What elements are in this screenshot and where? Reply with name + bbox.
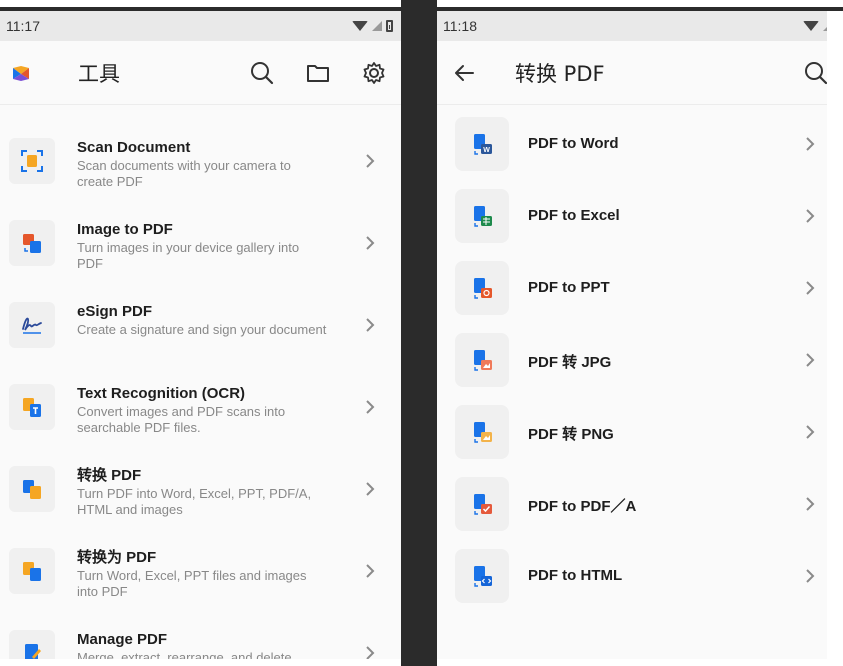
image-to-pdf-icon	[9, 220, 55, 266]
chevron-right-icon	[366, 400, 375, 414]
item-title: eSign PDF	[77, 303, 153, 320]
tool-item-ocr[interactable]: Text Recognition (OCR) Convert images an…	[0, 370, 401, 452]
convert-pdf-screen: 11:18 转换 PDF W PDF to Word PDF to Excel …	[437, 11, 827, 659]
item-description: Turn PDF into Word, Excel, PPT, PDF/A, H…	[77, 486, 312, 517]
chevron-right-icon	[806, 281, 815, 295]
status-time: 11:17	[6, 18, 40, 34]
back-arrow-icon[interactable]	[453, 62, 475, 84]
status-time: 11:18	[443, 18, 477, 34]
gear-icon[interactable]	[361, 60, 387, 86]
signature-icon	[9, 302, 55, 348]
status-bar: 11:18	[437, 11, 827, 41]
status-icons	[803, 21, 827, 31]
chevron-right-icon	[366, 482, 375, 496]
wifi-icon	[803, 21, 819, 31]
convert-to-pdf-icon	[9, 548, 55, 594]
tool-item-convert-pdf[interactable]: 转换 PDF Turn PDF into Word, Excel, PPT, P…	[0, 452, 401, 534]
signal-icon	[372, 21, 382, 31]
convert-item-pdf-to-pdfa[interactable]: PDF to PDF／A	[437, 477, 827, 549]
app-logo-icon	[13, 65, 29, 81]
chevron-right-icon	[806, 353, 815, 367]
item-title: 转换 PDF	[77, 467, 142, 484]
screen-divider	[401, 0, 437, 666]
item-title: 转换为 PDF	[77, 549, 157, 566]
search-icon[interactable]	[249, 60, 275, 86]
chevron-right-icon	[806, 137, 815, 151]
item-description: Merge, extract, rearrange, and delete pa…	[77, 650, 292, 659]
tool-item-manage-pdf[interactable]: Manage PDF Merge, extract, rearrange, an…	[0, 616, 401, 659]
item-description: Convert images and PDF scans into search…	[77, 404, 286, 435]
convert-item-label: PDF to Excel	[528, 207, 620, 224]
status-icons	[352, 20, 393, 32]
convert-item-label: PDF to HTML	[528, 567, 623, 584]
convert-item-label: PDF to Word	[528, 135, 619, 152]
tool-item-scan-document[interactable]: Scan Document Scan documents with your c…	[0, 124, 401, 206]
ppt-icon	[455, 261, 509, 315]
convert-item-label: PDF to PDF／A	[528, 498, 637, 515]
item-title: Text Recognition (OCR)	[77, 385, 246, 402]
item-description: Turn Word, Excel, PPT files and images i…	[77, 568, 307, 599]
item-description: Scan documents with your camera to creat…	[77, 158, 291, 189]
chevron-right-icon	[806, 425, 815, 439]
chevron-right-icon	[366, 646, 375, 659]
item-description: Create a signature and sign your documen…	[77, 322, 327, 337]
chevron-right-icon	[806, 209, 815, 223]
convert-item-pdf-to-word[interactable]: W PDF to Word	[437, 117, 827, 189]
convert-item-pdf-to-png[interactable]: PDF 转 PNG	[437, 405, 827, 477]
convert-item-pdf-to-excel[interactable]: PDF to Excel	[437, 189, 827, 261]
item-title: Scan Document	[77, 139, 191, 156]
convert-item-pdf-to-ppt[interactable]: PDF to PPT	[437, 261, 827, 333]
jpg-icon	[455, 333, 509, 387]
convert-pdf-icon	[9, 466, 55, 512]
folder-icon[interactable]	[305, 60, 331, 86]
manage-pdf-icon	[9, 630, 55, 659]
tool-item-esign-pdf[interactable]: eSign PDF Create a signature and sign yo…	[0, 288, 401, 370]
chevron-right-icon	[806, 569, 815, 583]
item-title: Manage PDF	[77, 631, 168, 648]
scan-document-icon	[9, 138, 55, 184]
chevron-right-icon	[366, 154, 375, 168]
convert-item-label: PDF to PPT	[528, 279, 610, 296]
status-bar: 11:17	[0, 11, 401, 41]
battery-icon	[386, 20, 393, 32]
convert-item-label: PDF 转 PNG	[528, 426, 614, 443]
convert-item-pdf-to-html[interactable]: PDF to HTML	[437, 549, 827, 621]
word-icon: W	[455, 117, 509, 171]
page-title: 工具	[78, 61, 120, 86]
png-icon	[455, 405, 509, 459]
html-icon	[455, 549, 509, 603]
chevron-right-icon	[366, 318, 375, 332]
chevron-right-icon	[806, 497, 815, 511]
item-description: Turn images in your device gallery into …	[77, 240, 300, 271]
excel-icon	[455, 189, 509, 243]
signal-icon	[823, 21, 827, 31]
pdfa-icon	[455, 477, 509, 531]
svg-text:W: W	[483, 147, 490, 154]
tools-screen: 11:17 工具 Scan Document Scan documents wi…	[0, 11, 401, 659]
page-title: 转换 PDF	[515, 61, 605, 86]
wifi-icon	[352, 21, 368, 31]
app-bar: 转换 PDF	[437, 41, 827, 105]
tool-item-image-to-pdf[interactable]: Image to PDF Turn images in your device …	[0, 206, 401, 288]
chevron-right-icon	[366, 564, 375, 578]
chevron-right-icon	[366, 236, 375, 250]
tool-item-convert-to-pdf[interactable]: 转换为 PDF Turn Word, Excel, PPT files and …	[0, 534, 401, 616]
item-title: Image to PDF	[77, 221, 173, 238]
search-icon[interactable]	[797, 60, 827, 86]
ocr-icon	[9, 384, 55, 430]
convert-item-label: PDF 转 JPG	[528, 354, 612, 371]
app-bar: 工具	[0, 41, 401, 105]
convert-item-pdf-to-jpg[interactable]: PDF 转 JPG	[437, 333, 827, 405]
